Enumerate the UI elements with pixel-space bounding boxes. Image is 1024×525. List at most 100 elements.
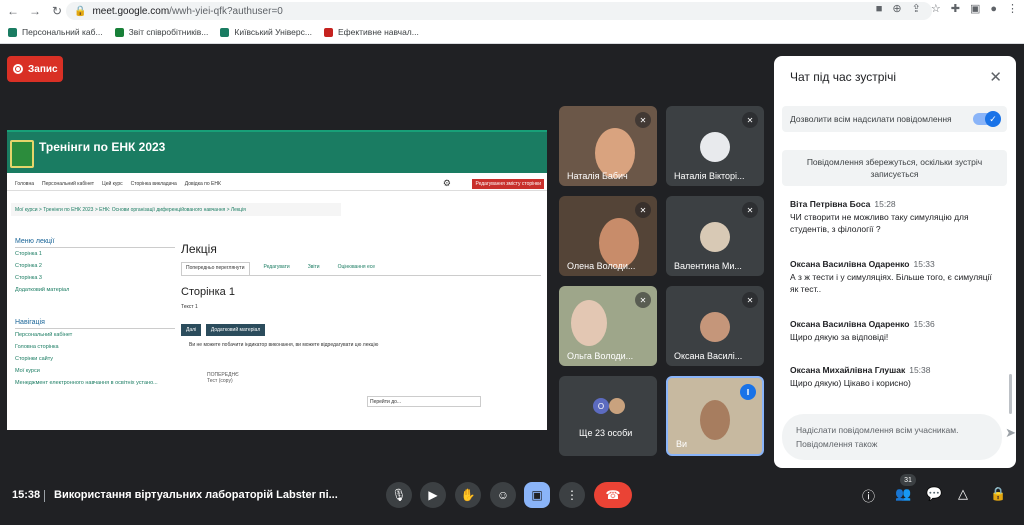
message-text: Щиро дякую) Цікаво і корисно): [790, 377, 911, 388]
forward-icon[interactable]: →: [26, 2, 44, 20]
share-icon[interactable]: ⇪: [912, 2, 921, 15]
menu-icon[interactable]: ⋮: [1007, 2, 1018, 15]
message-text: Щиро дякую за відповіді!: [790, 331, 889, 342]
recording-indicator[interactable]: Запис: [7, 56, 63, 82]
message-time: 15:36: [913, 319, 935, 329]
chat-icon[interactable]: 💬: [926, 486, 942, 502]
lecture-sidebar: Меню лекції Сторінка 1 Сторінка 2 Сторін…: [15, 238, 175, 392]
tab-edit: Редагувати: [263, 264, 290, 270]
menu-item: Сторінка 3: [15, 275, 42, 281]
site-title: Тренінги по ЕНК 2023: [39, 140, 166, 154]
university-logo-icon: [10, 140, 34, 168]
mic-off-icon: ✕: [635, 112, 651, 128]
goto-select: Перейти до...: [367, 396, 481, 407]
message-text: ЧИ створити не можливо таку симуляцію дл…: [790, 211, 969, 235]
avatar: [700, 132, 730, 162]
tab-preview: Попередньо переглянути: [181, 262, 250, 275]
page-title: Сторінка 1: [181, 286, 235, 298]
nav-help: Довідка по ЕНК: [184, 180, 221, 187]
bookmark-4[interactable]: Ефективне навчал...: [323, 27, 419, 37]
meeting-info-icon[interactable]: ⓘ: [862, 486, 875, 505]
toolbar: ← → ↻ 🔒 meet.google.com/wwh-yiei-qfk?aut…: [0, 0, 1024, 22]
lecture-tabs: Попередньо переглянути Редагувати Звіти …: [181, 262, 541, 276]
chat-message: Оксана Василівна Одаренко 15:36 Щиро дяку…: [790, 318, 1000, 343]
menu-item: Сторінка 2: [15, 263, 42, 269]
avatar: [700, 312, 730, 342]
more-participants-tile[interactable]: O Ще 23 особи: [559, 376, 657, 456]
chat-panel: Чат під час зустрічі ✕ Дозволити всім на…: [774, 56, 1016, 468]
close-icon[interactable]: ✕: [989, 68, 1002, 86]
camera-icon[interactable]: ■: [876, 3, 883, 15]
avatar: [609, 398, 625, 414]
participant-name: Олена Володи...: [567, 261, 636, 271]
host-controls-icon[interactable]: 🔒: [990, 486, 1006, 502]
self-tile[interactable]: ‖ Ви: [666, 376, 764, 456]
shared-screen: Тренінги по ЕНК 2023 Головна Персональни…: [7, 130, 547, 430]
more-options-icon[interactable]: ⋮: [559, 482, 585, 508]
message-author: Оксана Михайлівна Глушак: [790, 365, 906, 375]
tab-reports: Звіти: [307, 264, 320, 270]
camera-icon[interactable]: ▶: [420, 482, 446, 508]
end-call-icon[interactable]: ☎: [594, 482, 632, 508]
mic-off-icon: ✕: [742, 202, 758, 218]
lecture-content: Лекція Попередньо переглянути Редагувати…: [181, 242, 541, 407]
people-count-badge: 31: [900, 474, 916, 486]
mic-off-icon: ✕: [635, 202, 651, 218]
message-time: 15:28: [874, 199, 896, 209]
people-icon[interactable]: 👥: [895, 486, 911, 502]
present-screen-icon[interactable]: ▣: [524, 482, 550, 508]
chat-scrollbar[interactable]: [1009, 374, 1012, 414]
extra-material-button: Додатковий матеріал: [205, 324, 266, 336]
participant-tile[interactable]: ✕ Валентина Ми...: [666, 196, 764, 276]
emoji-icon[interactable]: ☺: [490, 482, 516, 508]
star-icon[interactable]: ☆: [931, 2, 941, 15]
microphone-icon[interactable]: 🎙: [386, 482, 412, 508]
participant-tile[interactable]: ✕ Оксана Василі...: [666, 286, 764, 366]
participant-name: Наталія Вікторі...: [674, 171, 745, 181]
participant-tile[interactable]: ✕ Ольга Володи...: [559, 286, 657, 366]
bookmark-3[interactable]: Київський Універс...: [220, 27, 312, 37]
menu-title: Меню лекції: [15, 238, 175, 248]
allow-messages-toggle[interactable]: [973, 111, 1001, 127]
menu-item: Сторінка 1: [15, 251, 42, 257]
bookmark-1[interactable]: Персональний каб...: [8, 27, 103, 37]
message-text: А з ж тести і у симуляціях. Більше того,…: [790, 271, 992, 295]
sidepanel-icon[interactable]: ▣: [970, 2, 980, 15]
extensions-icon[interactable]: ✚: [951, 2, 960, 15]
participant-tile[interactable]: ✕ Наталія Вікторі...: [666, 106, 764, 186]
lecture-title: Лекція: [181, 242, 217, 256]
nav-course: Цей курс: [102, 180, 123, 187]
reload-icon[interactable]: ↻: [48, 2, 66, 20]
chat-message: Оксана Василівна Одаренко 15:33 А з ж тес…: [790, 258, 1000, 296]
mic-off-icon: ✕: [742, 292, 758, 308]
avatar: [700, 222, 730, 252]
raise-hand-icon[interactable]: ✋: [455, 482, 481, 508]
message-author: Оксана Василівна Одаренко: [790, 319, 910, 329]
speaking-icon: ‖: [740, 384, 756, 400]
participant-tile[interactable]: ✕ Олена Володи...: [559, 196, 657, 276]
site-header: Тренінги по ЕНК 2023: [7, 130, 547, 173]
profile-icon[interactable]: ●: [990, 3, 997, 15]
send-icon[interactable]: ➤: [1005, 426, 1016, 440]
mic-off-icon: ✕: [635, 292, 651, 308]
edit-page-button: Редагування змісту сторінки: [472, 179, 544, 189]
prev-sub: Тест (copy): [207, 378, 233, 384]
lock-icon: 🔒: [74, 5, 87, 17]
meeting-controls-bar: 15:38 Використання віртуальних лаборатор…: [0, 474, 1024, 514]
nav-item: Головна сторінка: [15, 344, 59, 350]
bookmark-2[interactable]: Звіт співробітників...: [114, 27, 208, 37]
back-icon[interactable]: ←: [4, 2, 22, 20]
more-participants-label: Ще 23 особи: [579, 428, 633, 438]
activities-icon[interactable]: △: [958, 486, 968, 502]
participant-name: Валентина Ми...: [674, 261, 742, 271]
allow-messages-label: Дозволити всім надсилати повідомлення: [790, 114, 952, 124]
message-author: Віта Петрівна Боса: [790, 199, 871, 209]
nav-item: Сторінки сайту: [15, 356, 54, 362]
address-bar[interactable]: 🔒 meet.google.com/wwh-yiei-qfk?authuser=…: [66, 2, 932, 20]
zoom-icon[interactable]: ⊕: [892, 2, 901, 15]
gear-icon: ⚙: [442, 178, 451, 188]
tab-grading: Оцінювання есе: [337, 264, 375, 270]
allow-messages-setting: Дозволити всім надсилати повідомлення: [782, 106, 1007, 132]
message-input[interactable]: Надіслати повідомлення всім учасникам. П…: [782, 414, 1016, 460]
participant-tile[interactable]: ✕ Наталія Бабич: [559, 106, 657, 186]
